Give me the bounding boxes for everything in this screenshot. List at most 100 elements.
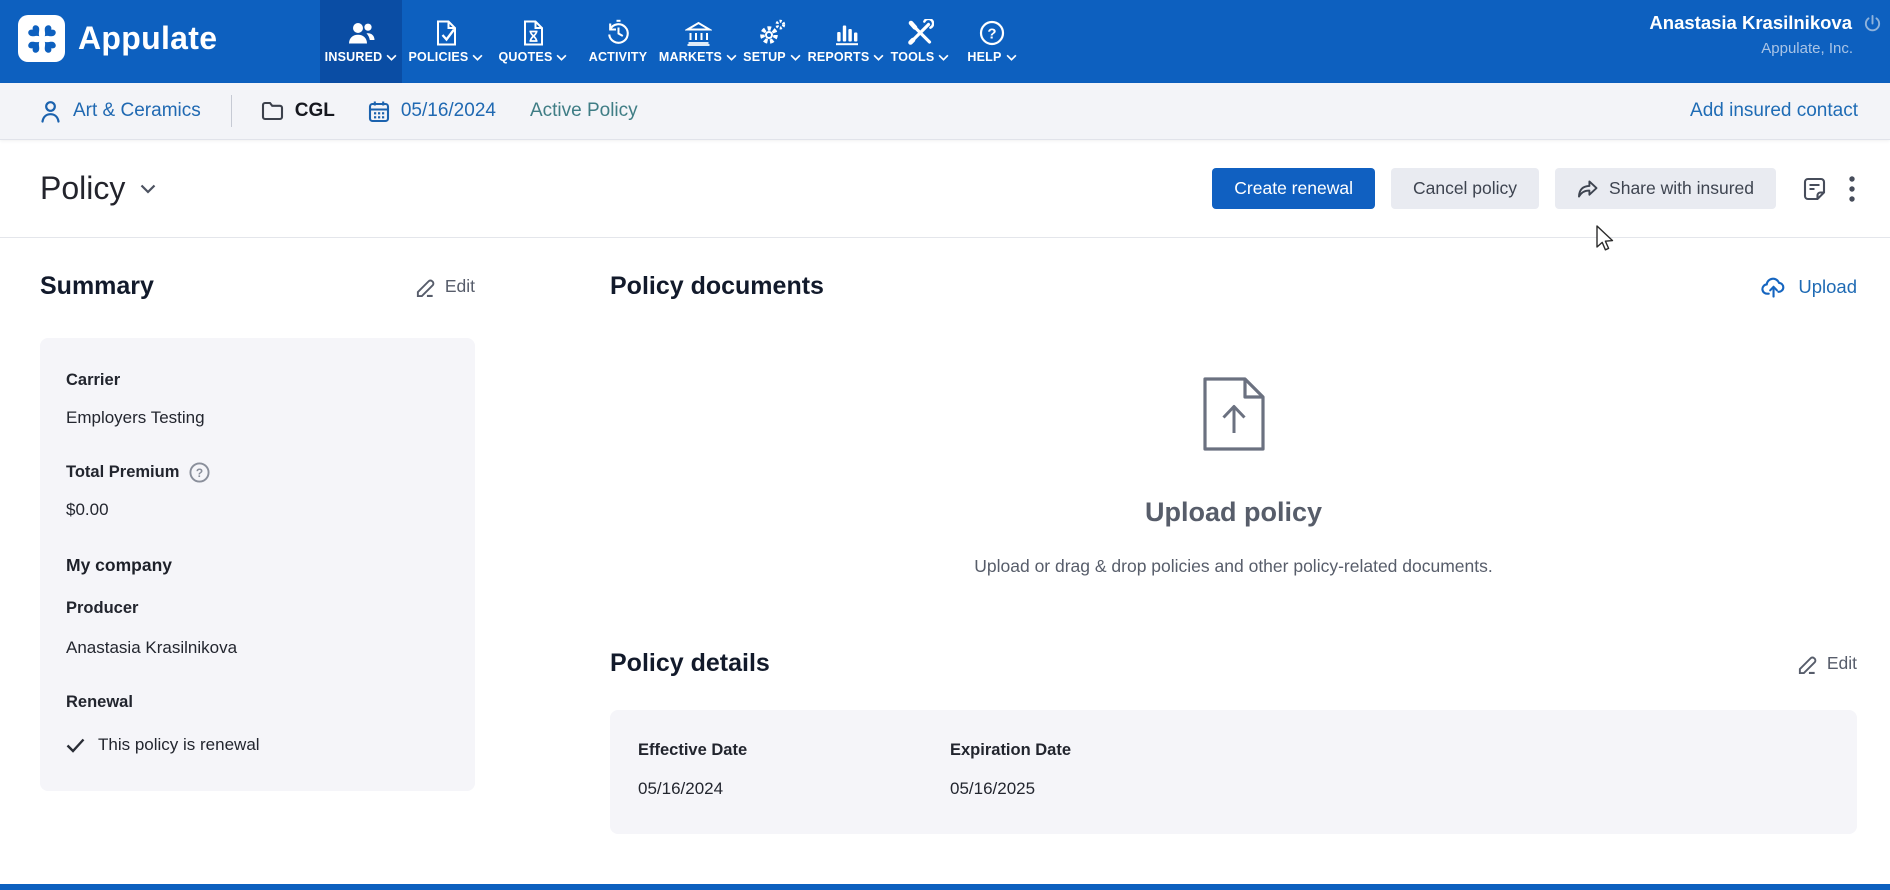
producer-label: Producer xyxy=(66,599,451,618)
svg-text:?: ? xyxy=(987,26,996,43)
breadcrumb-lob[interactable]: CGL xyxy=(295,100,335,122)
expiration-date-value: 05/16/2025 xyxy=(950,779,1262,799)
page-title-dropdown[interactable]: Policy xyxy=(40,170,156,207)
producer-value: Anastasia Krasilnikova xyxy=(66,638,451,658)
effective-date-field: Effective Date 05/16/2024 xyxy=(638,741,950,799)
nav-item-tools[interactable]: TOOLS xyxy=(884,0,956,83)
user-name: Anastasia Krasilnikova xyxy=(1649,12,1852,34)
help-circle-icon[interactable]: ? xyxy=(189,462,210,483)
policy-status-badge: Active Policy xyxy=(530,100,638,122)
chevron-down-icon xyxy=(556,54,567,61)
folder-icon xyxy=(261,101,284,121)
setup-icon xyxy=(758,19,786,46)
policy-details-section: Policy details Edit xyxy=(610,649,1857,678)
policies-icon xyxy=(435,19,458,46)
carrier-label: Carrier xyxy=(66,371,451,390)
cancel-policy-button[interactable]: Cancel policy xyxy=(1391,168,1539,209)
nav-item-reports[interactable]: REPORTS xyxy=(808,0,884,83)
breadcrumb-date-link[interactable]: 05/16/2024 xyxy=(401,100,496,122)
user-menu[interactable]: Anastasia Krasilnikova xyxy=(1649,12,1882,34)
breadcrumb-insured-link[interactable]: Art & Ceramics xyxy=(73,100,201,122)
person-icon xyxy=(40,100,61,123)
upload-button[interactable]: Upload xyxy=(1761,275,1857,298)
nav-label-policies: POLICIES xyxy=(409,50,469,64)
policy-details-card: Effective Date 05/16/2024 Expiration Dat… xyxy=(610,710,1857,834)
nav-label-insured: INSURED xyxy=(325,50,383,64)
help-icon: ? xyxy=(979,19,1005,46)
clover-logo-icon xyxy=(18,15,65,62)
brand-name: Appulate xyxy=(78,20,217,57)
pencil-icon xyxy=(1797,653,1818,674)
total-premium-value-link[interactable]: $0.00 xyxy=(66,500,451,520)
chevron-down-icon xyxy=(386,54,397,61)
policy-documents-section: Policy documents Upload Upload policy Up… xyxy=(610,272,1857,834)
chevron-down-icon xyxy=(938,54,949,61)
tools-icon xyxy=(907,19,934,46)
renewal-value: This policy is renewal xyxy=(98,735,260,755)
add-insured-contact-link[interactable]: Add insured contact xyxy=(1690,100,1858,122)
chevron-down-icon xyxy=(472,54,483,61)
nav-label-activity: ACTIVITY xyxy=(589,50,648,64)
document-upload-icon xyxy=(1203,377,1265,451)
nav-item-quotes[interactable]: QUOTES xyxy=(490,0,576,83)
renewal-label: Renewal xyxy=(66,693,451,712)
nav-label-setup: SETUP xyxy=(743,50,786,64)
nav-label-markets: MARKETS xyxy=(659,50,722,64)
markets-icon xyxy=(685,19,712,46)
nav-item-markets[interactable]: MARKETS xyxy=(660,0,736,83)
svg-text:?: ? xyxy=(196,466,203,480)
effective-date-value: 05/16/2024 xyxy=(638,779,950,799)
breadcrumb: Art & Ceramics CGL 05/16/2024 Active Pol… xyxy=(0,83,1890,140)
nav-item-help[interactable]: ? HELP xyxy=(956,0,1028,83)
carrier-value-link[interactable]: Employers Testing xyxy=(66,408,451,428)
total-premium-label: Total Premium xyxy=(66,463,179,482)
summary-edit-button[interactable]: Edit xyxy=(415,276,475,297)
effective-date-label: Effective Date xyxy=(638,741,950,760)
summary-card: Carrier Employers Testing Total Premium … xyxy=(40,338,475,791)
calendar-icon xyxy=(368,100,390,123)
activity-icon xyxy=(605,19,632,46)
upload-dropzone[interactable]: Upload policy Upload or drag & drop poli… xyxy=(610,377,1857,577)
breadcrumb-divider xyxy=(231,95,232,127)
nav-item-insured[interactable]: INSURED xyxy=(320,0,402,83)
power-logout-icon[interactable] xyxy=(1863,14,1882,33)
bottom-accent-strip xyxy=(0,884,1890,890)
policy-details-edit-button[interactable]: Edit xyxy=(1797,653,1857,674)
reports-icon xyxy=(834,19,859,46)
chevron-down-icon xyxy=(873,54,884,61)
nav-item-setup[interactable]: SETUP xyxy=(736,0,808,83)
checkmark-icon xyxy=(66,738,85,753)
expiration-date-label: Expiration Date xyxy=(950,741,1262,760)
dropzone-title: Upload policy xyxy=(610,497,1857,528)
summary-heading: Summary xyxy=(40,272,154,301)
user-company: Appulate, Inc. xyxy=(1649,40,1853,57)
policy-details-heading: Policy details xyxy=(610,649,770,678)
nav-label-reports: REPORTS xyxy=(808,50,870,64)
create-renewal-button[interactable]: Create renewal xyxy=(1212,168,1375,209)
chevron-down-icon xyxy=(790,54,801,61)
insured-icon xyxy=(347,19,376,46)
share-forward-icon xyxy=(1577,180,1598,198)
nav-label-quotes: QUOTES xyxy=(499,50,553,64)
chevron-down-icon xyxy=(1006,54,1017,61)
appulate-logo[interactable]: Appulate xyxy=(18,15,217,62)
nav-label-help: HELP xyxy=(967,50,1001,64)
notes-button[interactable] xyxy=(1798,173,1831,205)
quotes-icon xyxy=(522,19,545,46)
dropzone-hint: Upload or drag & drop policies and other… xyxy=(610,556,1857,577)
user-area: Anastasia Krasilnikova Appulate, Inc. xyxy=(1649,12,1882,57)
policy-documents-heading: Policy documents xyxy=(610,272,824,301)
share-with-insured-button[interactable]: Share with insured xyxy=(1555,168,1776,209)
nav-item-activity[interactable]: ACTIVITY xyxy=(576,0,660,83)
page-actions: Create renewal Cancel policy Share with … xyxy=(1212,168,1859,209)
nav-item-policies[interactable]: POLICIES xyxy=(402,0,490,83)
page-header-row: Policy Create renewal Cancel policy Shar… xyxy=(0,140,1890,238)
chevron-down-icon xyxy=(140,184,156,194)
page-title: Policy xyxy=(40,170,125,207)
pencil-icon xyxy=(415,276,436,297)
expiration-date-field: Expiration Date 05/16/2025 xyxy=(950,741,1262,799)
main-nav: INSURED POLICIES QUOTES xyxy=(320,0,1028,83)
more-options-button[interactable] xyxy=(1845,172,1859,206)
my-company-label: My company xyxy=(66,555,451,576)
nav-label-tools: TOOLS xyxy=(891,50,935,64)
